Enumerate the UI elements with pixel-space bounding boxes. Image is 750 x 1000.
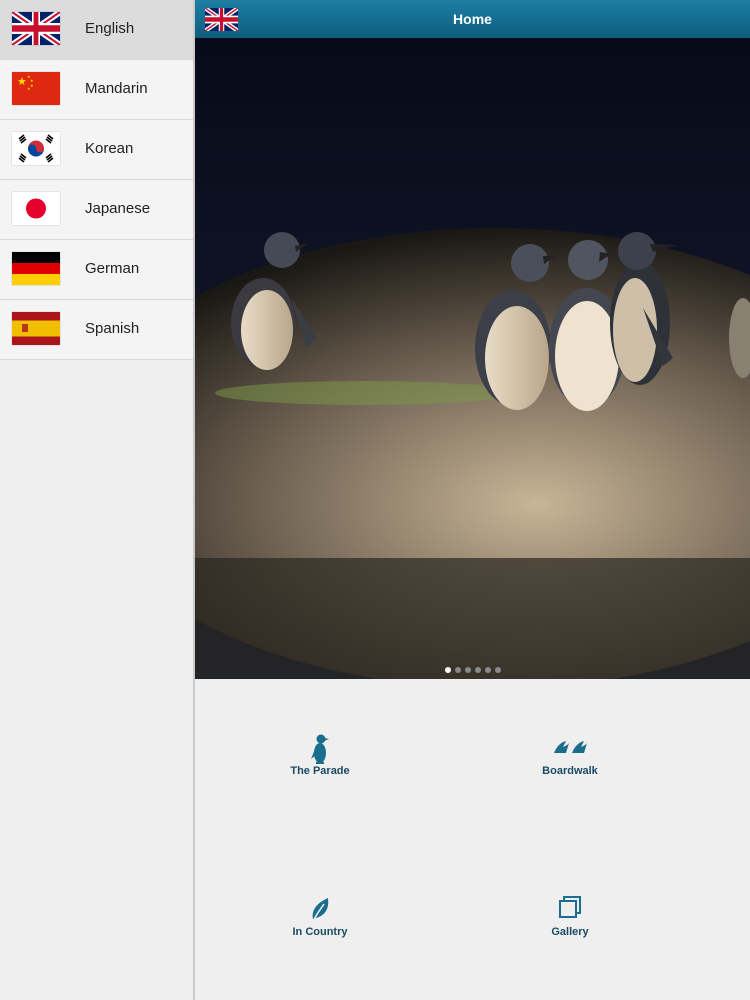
language-label: Mandarin [85,80,148,97]
language-item-spanish[interactable]: Spanish [0,300,193,360]
korea-flag-icon [12,132,60,165]
page-dot[interactable] [464,667,471,673]
tile-label: In Country [292,926,348,938]
penguin-photo [195,38,750,679]
language-label: Spanish [85,320,140,337]
page-dot[interactable] [454,667,461,673]
page-dot[interactable] [474,667,481,673]
language-label: German [85,260,140,277]
language-label: Japanese [85,200,151,217]
svg-text:★: ★ [17,75,27,88]
germany-flag-icon [12,252,60,285]
boardwalk-button[interactable]: Boardwalk [445,731,695,811]
svg-text:★: ★ [30,83,34,88]
leaf-icon [195,892,445,926]
main-content: Home The Parade Boardwalk In Country Gal… [195,0,750,1000]
the-parade-button[interactable]: The Parade [195,731,445,811]
language-item-german[interactable]: German [0,240,193,300]
language-item-english[interactable]: English [0,0,193,60]
gallery-button[interactable]: Gallery [445,892,695,972]
page-dot[interactable] [484,667,491,673]
gallery-icon [445,892,695,926]
tile-label: Gallery [551,926,589,938]
page-indicator [195,660,750,678]
tile-label: Boardwalk [542,765,598,777]
language-item-japanese[interactable]: Japanese [0,180,193,240]
china-flag-icon: ★ ★ ★ ★ ★ [12,72,60,105]
spain-flag-icon [12,312,60,345]
menu-tiles: The Parade Boardwalk In Country Gallery [195,679,750,1000]
page-title: Home [453,11,492,27]
language-label: Korean [85,140,134,157]
in-country-button[interactable]: In Country [195,892,445,972]
language-item-mandarin[interactable]: ★ ★ ★ ★ ★ Mandarin [0,60,193,120]
hero-image[interactable] [195,38,750,679]
svg-text:★: ★ [27,86,31,91]
language-sidebar: English ★ ★ ★ ★ ★ Mandarin Korean Japane… [0,0,195,1000]
penguin-icon [195,731,445,765]
page-dot[interactable] [444,667,451,673]
tile-label: The Parade [290,765,350,777]
header-bar: Home [195,0,750,38]
language-item-korean[interactable]: Korean [0,120,193,180]
page-dot[interactable] [494,667,501,673]
footprints-icon [445,731,695,765]
japan-flag-icon [12,192,60,225]
